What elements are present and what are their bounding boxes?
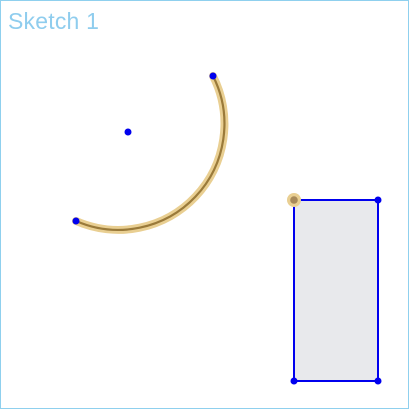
rectangle-corner-bottom-right[interactable] xyxy=(374,377,382,385)
rectangle-corner-bottom-left[interactable] xyxy=(290,377,298,385)
arc-center-point[interactable] xyxy=(124,128,132,136)
rectangle-corner-top-left-selected[interactable] xyxy=(287,193,301,207)
sketch-arc[interactable] xyxy=(72,72,229,234)
arc-endpoint-top[interactable] xyxy=(209,72,217,80)
sketch-rectangle[interactable] xyxy=(293,199,379,382)
sketch-canvas[interactable] xyxy=(0,0,409,409)
selected-point xyxy=(290,196,298,204)
rectangle-corner-top-right[interactable] xyxy=(374,196,382,204)
arc-stroke xyxy=(74,74,226,231)
rectangle-fill xyxy=(294,200,378,381)
arc-highlight xyxy=(72,72,229,234)
arc-endpoint-bottom[interactable] xyxy=(72,217,80,225)
